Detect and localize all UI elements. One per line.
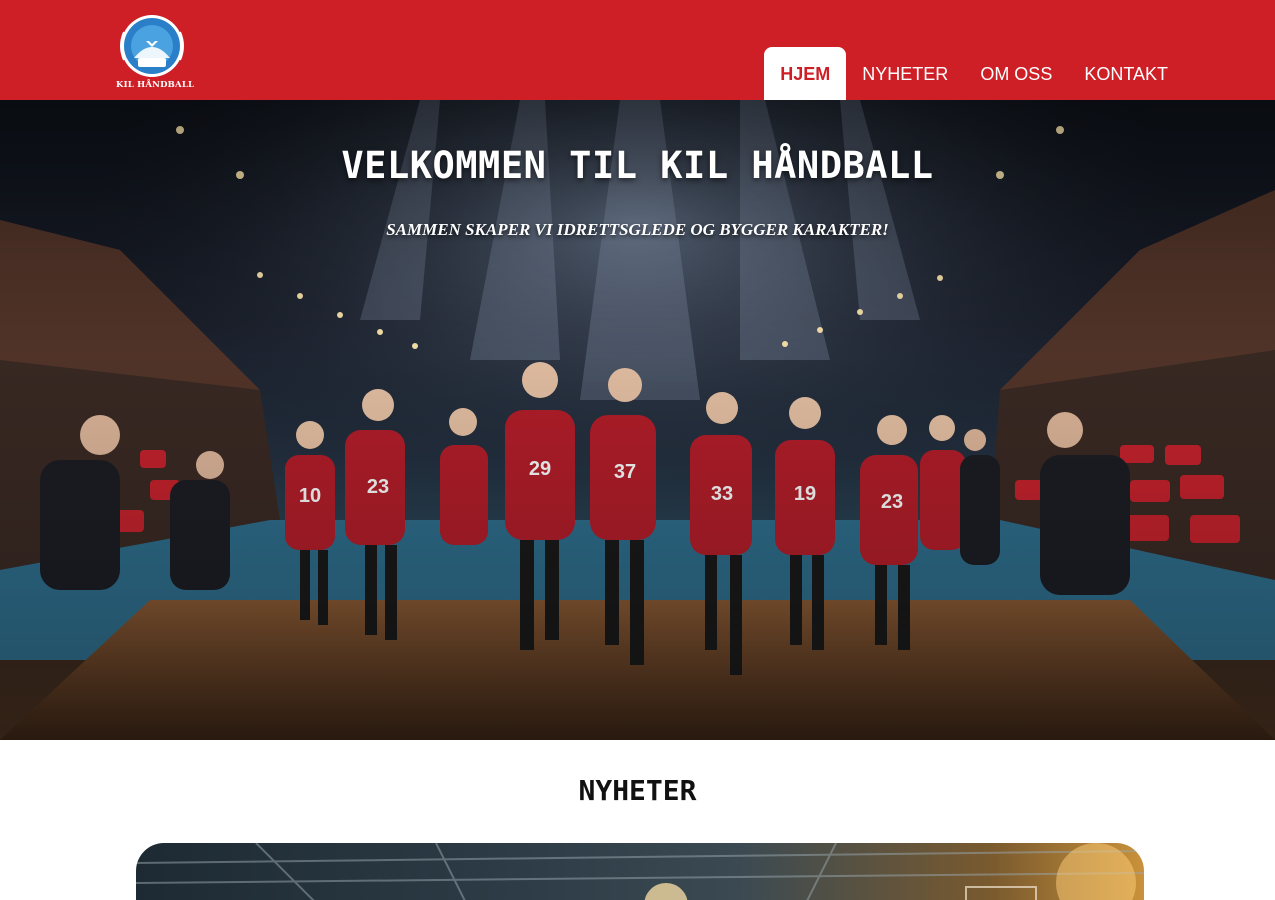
news-card[interactable]	[136, 843, 1144, 900]
main-nav: HJEM NYHETER OM OSS KONTAKT	[764, 47, 1184, 100]
nav-item-kontakt[interactable]: KONTAKT	[1068, 47, 1184, 100]
news-section-title: NYHETER	[578, 774, 697, 807]
nav-item-hjem[interactable]: HJEM	[764, 47, 847, 100]
club-crest-icon	[120, 15, 184, 77]
hero-title: VELKOMMEN TIL KIL HÅNDBALL	[341, 144, 934, 187]
hero-image: 10 23 29 37 33 19 23	[0, 100, 1275, 740]
nav-item-nyheter[interactable]: NYHETER	[846, 47, 964, 100]
news-card-image	[136, 843, 1144, 900]
hero-subtitle: SAMMEN SKAPER VI IDRETTSGLEDE OG BYGGER …	[386, 220, 889, 239]
nav-item-om-oss[interactable]: OM OSS	[964, 47, 1068, 100]
club-logo[interactable]: KIL HÅNDBALL	[116, 14, 195, 94]
site-header: KIL HÅNDBALL HJEM NYHETER OM OSS KONTAKT	[0, 0, 1275, 100]
logo-caption: KIL HÅNDBALL	[116, 80, 195, 90]
hero-banner: 10 23 29 37 33 19 23 VELKOMMEN TIL KIL H…	[0, 100, 1275, 740]
